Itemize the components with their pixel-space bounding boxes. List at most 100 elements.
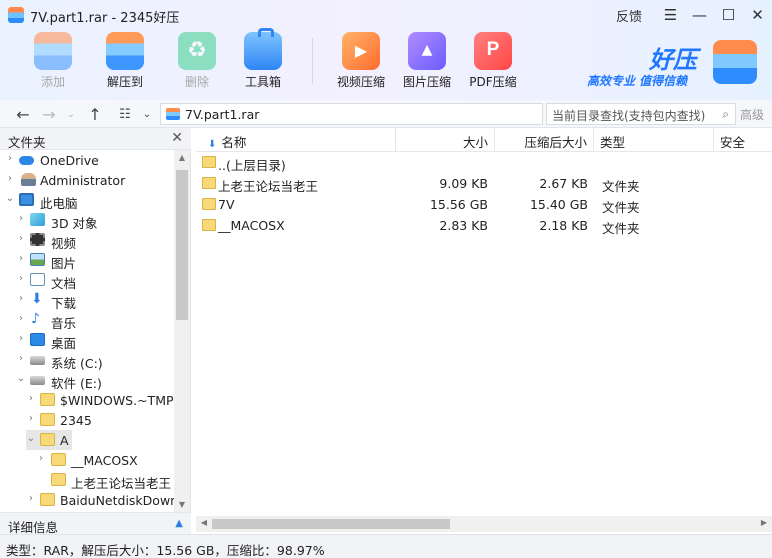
forward-arrow-icon[interactable]: → [38,100,60,128]
column-packed-size[interactable]: 压缩后大小 [495,128,594,152]
path-text: 7V.part1.rar [185,107,260,122]
chevron-down-icon[interactable]: ⌄ [26,433,36,444]
chevron-right-icon[interactable]: › [16,293,26,304]
chevron-right-icon[interactable]: › [5,173,15,184]
chevron-right-icon[interactable]: › [26,393,36,404]
file-packed-size: 2.67 KB [539,176,588,191]
chevron-right-icon[interactable]: › [16,233,26,244]
tree-item-a[interactable]: ⌄ A [26,430,72,450]
chevron-right-icon[interactable]: › [36,453,46,464]
view-chevron-icon[interactable]: ⌄ [136,100,158,128]
scrollbar-thumb[interactable] [212,519,450,529]
chevron-right-icon[interactable]: › [26,413,36,424]
folder-icon [202,198,216,210]
chevron-right-icon[interactable]: › [16,313,26,324]
extract-to-button[interactable]: 解压到 [90,30,160,90]
tree-item-pictures[interactable]: › 图片 [0,250,174,271]
view-mode-icon[interactable]: ☷ [114,100,136,128]
address-bar: ← → ⌄ ↑ ☷ ⌄ 7V.part1.rar 当前目录查找(支持包内查找) … [0,100,772,128]
chevron-right-icon[interactable]: › [16,253,26,264]
add-icon [34,32,72,70]
pdf-compress-button[interactable]: PDF压缩 [458,30,528,90]
folder-icon [51,453,66,466]
column-type[interactable]: 类型 [594,128,714,152]
column-name[interactable]: ⬇ 名称 [196,128,396,152]
tree-item-onedrive[interactable]: › OneDrive [0,150,174,170]
drive-icon [30,356,45,365]
tree-item-videos[interactable]: › 视频 [0,230,174,251]
chevron-right-icon[interactable]: › [16,273,26,284]
desktop-icon [30,333,45,346]
brand-logo-icon [713,40,757,84]
tree-item-laowang[interactable]: 上老王论坛当老王 [0,470,174,491]
scroll-down-icon[interactable]: ▼ [174,500,190,509]
tree-item-3d-objects[interactable]: › 3D 对象 [0,210,174,231]
column-size[interactable]: 大小 [396,128,495,152]
tree-item-drive-e[interactable]: ⌄ 软件 (E:) [0,370,174,391]
toolbar-divider [312,38,313,84]
tree-item-baidunetdisk[interactable]: › BaiduNetdiskDownl [0,490,174,510]
tree-item-documents[interactable]: › 文档 [0,270,174,291]
tree-label: 2345 [60,413,92,428]
column-security[interactable]: 安全 [714,128,772,152]
table-row[interactable]: ..(上层目录) [196,152,772,173]
file-list-scrollbar[interactable]: ◀ ▶ [196,516,772,532]
chevron-right-icon[interactable]: › [16,353,26,364]
feedback-link[interactable]: 反馈 [616,6,642,25]
chevron-down-icon[interactable]: ⌄ [16,373,26,384]
tree-item-this-pc[interactable]: ⌄ 此电脑 [0,190,174,211]
tree-scrollbar[interactable]: ▲ ▼ [174,150,190,512]
details-panel-header[interactable]: 详细信息 ▲ [0,512,191,535]
minimize-icon[interactable]: — [685,0,714,30]
up-arrow-icon[interactable]: ↑ [84,100,106,128]
table-row[interactable]: __MACOSX 2.83 KB 2.18 KB 文件夹 [196,215,772,236]
path-field[interactable]: 7V.part1.rar [160,103,543,125]
chevron-right-icon[interactable]: › [16,213,26,224]
folder-icon [40,493,55,506]
search-icon[interactable]: ⌕ [722,107,729,122]
scrollbar-thumb[interactable] [176,170,188,320]
file-list-header: ⬇ 名称 大小 压缩后大小 类型 安全 [196,128,772,152]
table-row[interactable]: 7V 15.56 GB 15.40 GB 文件夹 [196,194,772,215]
scroll-right-icon[interactable]: ▶ [756,518,772,527]
chevron-down-icon[interactable]: ⌄ [5,193,15,204]
tree-item-drive-c[interactable]: › 系统 (C:) [0,350,174,371]
scroll-up-icon[interactable]: ▲ [174,153,190,162]
tree-item-windows-tmp[interactable]: › $WINDOWS.~TMP [0,390,174,410]
maximize-icon[interactable]: ☐ [714,0,743,30]
add-button[interactable]: 添加 [18,30,88,90]
search-input[interactable]: 当前目录查找(支持包内查找) ⌕ [546,103,736,125]
folder-icon [40,393,55,406]
history-chevron-icon[interactable]: ⌄ [60,100,82,128]
back-arrow-icon[interactable]: ← [12,100,34,128]
music-icon: ♪ [31,311,40,327]
folder-tree: › OneDrive › Administrator ⌄ 此电脑 › 3D 对象… [0,150,174,512]
extract-to-label: 解压到 [106,75,143,89]
toolbox-button[interactable]: 工具箱 [228,28,298,90]
chevron-right-icon[interactable]: › [5,153,15,164]
tree-item-desktop[interactable]: › 桌面 [0,330,174,351]
scroll-left-icon[interactable]: ◀ [196,518,212,527]
column-packed-label: 压缩后大小 [524,135,587,150]
tree-item-downloads[interactable]: › ⬇ 下载 [0,290,174,311]
close-icon[interactable]: ✕ [743,0,772,30]
close-panel-icon[interactable]: ✕ [171,130,183,146]
tree-item-2345[interactable]: › 2345 [0,410,174,430]
tree-item-macosx[interactable]: › __MACOSX [0,450,174,470]
chevron-right-icon[interactable]: › [16,333,26,344]
brand-banner[interactable]: 好压 高效专业 值得信赖 [587,36,762,92]
table-row[interactable]: 上老王论坛当老王 9.09 KB 2.67 KB 文件夹 [196,173,772,194]
chevron-up-icon[interactable]: ▲ [175,518,183,529]
tree-label: A [60,433,69,448]
extract-icon [106,32,144,70]
picture-icon [30,253,45,266]
tree-item-music[interactable]: › ♪ 音乐 [0,310,174,331]
video-compress-button[interactable]: 视频压缩 [326,30,396,90]
file-type: 文件夹 [602,221,640,236]
chevron-right-icon[interactable]: › [26,493,36,504]
delete-button[interactable]: 删除 [162,30,232,90]
advanced-search-link[interactable]: 高级 [740,106,764,123]
tree-item-administrator[interactable]: › Administrator [0,170,174,190]
image-compress-button[interactable]: 图片压缩 [392,30,462,90]
menu-icon[interactable]: ☰ [656,0,685,30]
